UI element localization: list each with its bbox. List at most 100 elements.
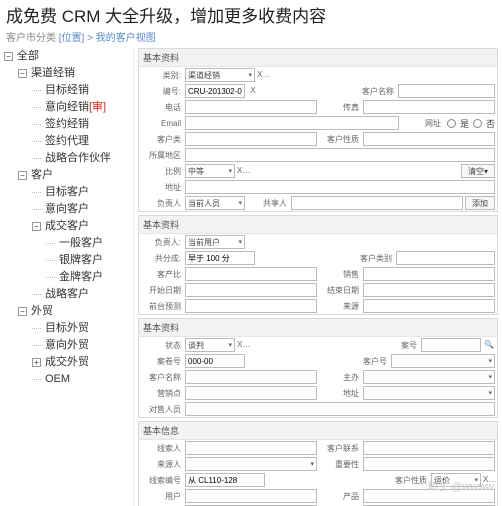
tree-leaf[interactable]: OEM: [4, 371, 129, 388]
field-label: 网址: [401, 118, 443, 129]
field-label: 负责人:: [141, 237, 183, 248]
tree-leaf[interactable]: 意向外贸: [4, 337, 129, 354]
field-label: 客户类: [141, 134, 183, 145]
team-select[interactable]: ▾: [363, 370, 495, 384]
tree-connector-icon: [32, 90, 41, 91]
start-date-input[interactable]: [185, 283, 317, 297]
status-select[interactable]: 谈判▾: [185, 338, 235, 352]
tree-root-all[interactable]: − 全部: [4, 48, 129, 65]
expand-icon[interactable]: +: [32, 358, 41, 367]
custno-select[interactable]: ▾: [391, 354, 495, 368]
field-label: 营销点: [141, 388, 183, 399]
share-input[interactable]: [291, 196, 463, 210]
tree-connector-icon: [46, 260, 55, 261]
tree-group-deal-trade[interactable]: +成交外贸: [4, 354, 129, 371]
radio-no[interactable]: [473, 119, 482, 128]
sale-input[interactable]: [363, 267, 495, 281]
field-label: 案号: [377, 340, 419, 351]
tree-connector-icon: [32, 209, 41, 210]
alloc-input[interactable]: [185, 386, 317, 400]
tree-leaf[interactable]: 意向经销[审]: [4, 99, 129, 116]
field-label: 地址: [141, 182, 183, 193]
field-label: 结束日期: [319, 285, 361, 296]
email-input[interactable]: [185, 116, 399, 130]
collapse-icon[interactable]: −: [4, 52, 13, 61]
tree-group-deal[interactable]: −成交客户: [4, 218, 129, 235]
category-select[interactable]: 渠道经销▾: [185, 68, 255, 82]
chevron-down-icon: ▾: [228, 167, 232, 175]
address-input[interactable]: [185, 180, 495, 194]
field-label: 客户名称: [141, 372, 183, 383]
tree-leaf[interactable]: 战略客户: [4, 286, 129, 303]
tree-group-trade[interactable]: −外贸: [4, 303, 129, 320]
region-input[interactable]: [185, 148, 495, 162]
cust-nature-input[interactable]: [363, 132, 495, 146]
watermark: 知乎 @wwww: [426, 478, 494, 494]
collapse-icon[interactable]: −: [18, 307, 27, 316]
addr-select[interactable]: ▾: [363, 386, 495, 400]
tree-connector-icon: [32, 294, 41, 295]
tree-leaf[interactable]: 一般客户: [4, 235, 129, 252]
src-select[interactable]: ▾: [185, 457, 317, 471]
tree-leaf[interactable]: 目标客户: [4, 184, 129, 201]
ratio-select[interactable]: 中等▾: [185, 164, 235, 178]
tree-leaf[interactable]: 目标外贸: [4, 320, 129, 337]
tree-leaf[interactable]: 目标经销: [4, 82, 129, 99]
importance-input[interactable]: [363, 457, 495, 471]
tree-leaf[interactable]: 金牌客户: [4, 269, 129, 286]
src-input[interactable]: [363, 299, 495, 313]
field-label: 客户联系: [319, 443, 361, 454]
end-date-input[interactable]: [363, 283, 495, 297]
phone-input[interactable]: [185, 100, 317, 114]
tree-group-channel[interactable]: −渠道经销: [4, 65, 129, 82]
field-label: 销售: [319, 269, 361, 280]
collapse-icon[interactable]: −: [32, 222, 41, 231]
code-input[interactable]: [185, 84, 245, 98]
tree-connector-icon: [32, 379, 41, 380]
tree-leaf[interactable]: 战略合作伙伴: [4, 150, 129, 167]
clear-button[interactable]: X…: [237, 165, 249, 177]
field-label: 来源人: [141, 459, 183, 470]
lead-input[interactable]: [185, 441, 317, 455]
tree-group-customer[interactable]: −客户: [4, 167, 129, 184]
tree-leaf[interactable]: 签约代理: [4, 133, 129, 150]
clear-button[interactable]: X…: [237, 339, 249, 351]
respond-input[interactable]: [185, 402, 495, 416]
cust-type-input[interactable]: [185, 132, 317, 146]
orderno-input[interactable]: [185, 354, 245, 368]
clear-button[interactable]: 清空 ▾: [461, 164, 495, 178]
cust-type-input[interactable]: [396, 251, 495, 265]
field-label: 主办: [319, 372, 361, 383]
field-label: 比例: [141, 166, 183, 177]
rate-input[interactable]: [185, 267, 317, 281]
coderange-input[interactable]: [185, 473, 265, 487]
tree-connector-icon: [32, 158, 41, 159]
collapse-icon[interactable]: −: [18, 69, 27, 78]
user-input[interactable]: [185, 489, 317, 503]
custresp-input[interactable]: [363, 441, 495, 455]
cname-input[interactable]: [185, 370, 317, 384]
case-input[interactable]: [421, 338, 481, 352]
tree-connector-icon: [46, 277, 55, 278]
tree-connector-icon: [32, 192, 41, 193]
radio-yes[interactable]: [447, 119, 456, 128]
tree-leaf[interactable]: 签约经销: [4, 116, 129, 133]
forecast-input[interactable]: [185, 299, 317, 313]
tree-connector-icon: [32, 107, 41, 108]
alloc-input[interactable]: [185, 251, 255, 265]
tree-leaf[interactable]: 银牌客户: [4, 252, 129, 269]
owner-select[interactable]: 当前用户▾: [185, 235, 245, 249]
field-label: 重要性: [319, 459, 361, 470]
tree-leaf[interactable]: 意向客户: [4, 201, 129, 218]
clear-button[interactable]: X…: [257, 69, 269, 81]
add-button[interactable]: 添加: [465, 196, 495, 210]
field-label: 客户性质: [319, 134, 361, 145]
customer-name-input[interactable]: [398, 84, 495, 98]
tree-connector-icon: [32, 124, 41, 125]
clear-button[interactable]: X: [247, 85, 259, 97]
search-icon[interactable]: 🔍: [483, 339, 495, 351]
collapse-icon[interactable]: −: [18, 171, 27, 180]
owner-select[interactable]: 当前人员▾: [185, 196, 245, 210]
field-label: 线索人: [141, 443, 183, 454]
fax-input[interactable]: [363, 100, 495, 114]
